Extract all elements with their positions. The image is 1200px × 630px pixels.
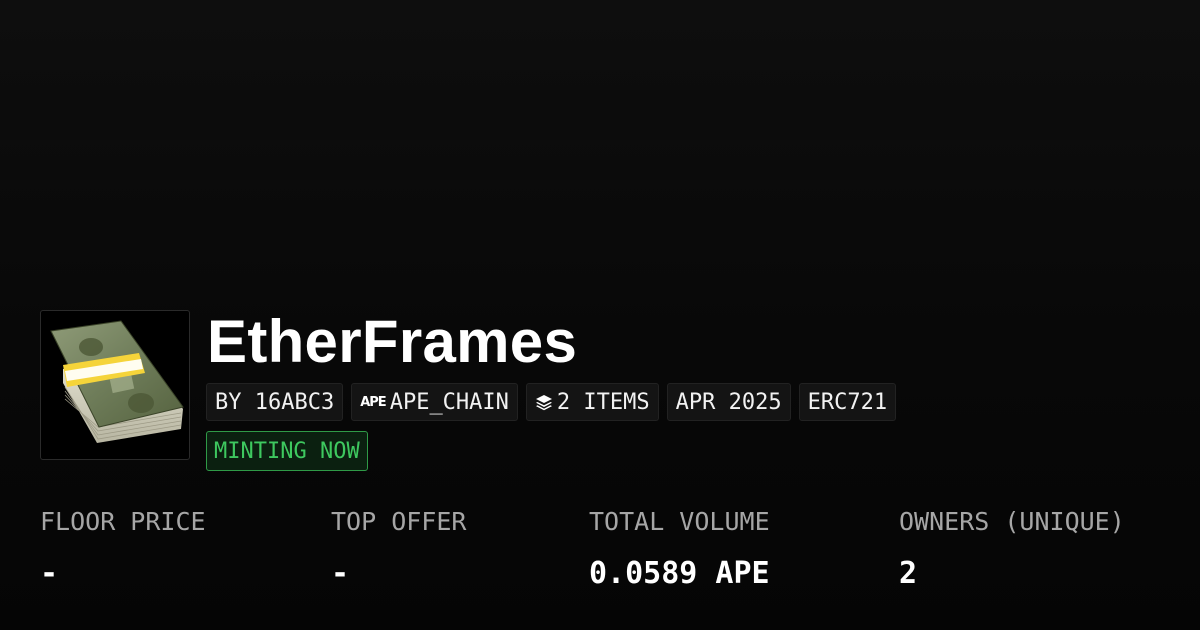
chain-chip[interactable]: APE APE_CHAIN [351,383,518,421]
date-label: APR 2025 [675,389,782,415]
standard-label: ERC721 [807,389,888,415]
stat-value: 0.0589 APE [589,556,770,591]
collection-thumbnail [40,310,190,460]
stat-label: OWNERS (UNIQUE) [899,507,1125,536]
stat-label: FLOOR PRICE [40,507,206,536]
ape-chain-icon: APE [360,394,387,410]
stat-label: TOP OFFER [331,507,467,536]
stat-value: - [331,556,350,591]
layers-icon [535,393,553,411]
stat-owners: OWNERS (UNIQUE) 2 [899,504,1125,594]
collection-meta-chips: BY 16ABC3 APE APE_CHAIN 2 ITEMS APR 2025… [206,383,897,421]
items-chip: 2 ITEMS [525,383,659,421]
stat-total-volume: TOTAL VOLUME 0.0589 APE [589,504,770,594]
minting-status-badge[interactable]: MINTING NOW [206,431,368,471]
stat-value: 2 [899,556,918,591]
cash-stack-icon [50,320,184,443]
stat-floor-price: FLOOR PRICE - [40,504,206,594]
creator-chip[interactable]: BY 16ABC3 [206,383,344,421]
stat-value: - [40,556,59,591]
items-label: 2 ITEMS [556,389,650,415]
date-chip: APR 2025 [666,383,791,421]
collection-title: EtherFrames [207,308,578,375]
stat-top-offer: TOP OFFER - [331,504,466,594]
status-label: MINTING NOW [214,438,360,464]
creator-label: BY 16ABC3 [215,389,335,415]
standard-chip: ERC721 [798,383,897,421]
stat-label: TOTAL VOLUME [589,507,770,536]
chain-label: APE_CHAIN [389,389,509,415]
